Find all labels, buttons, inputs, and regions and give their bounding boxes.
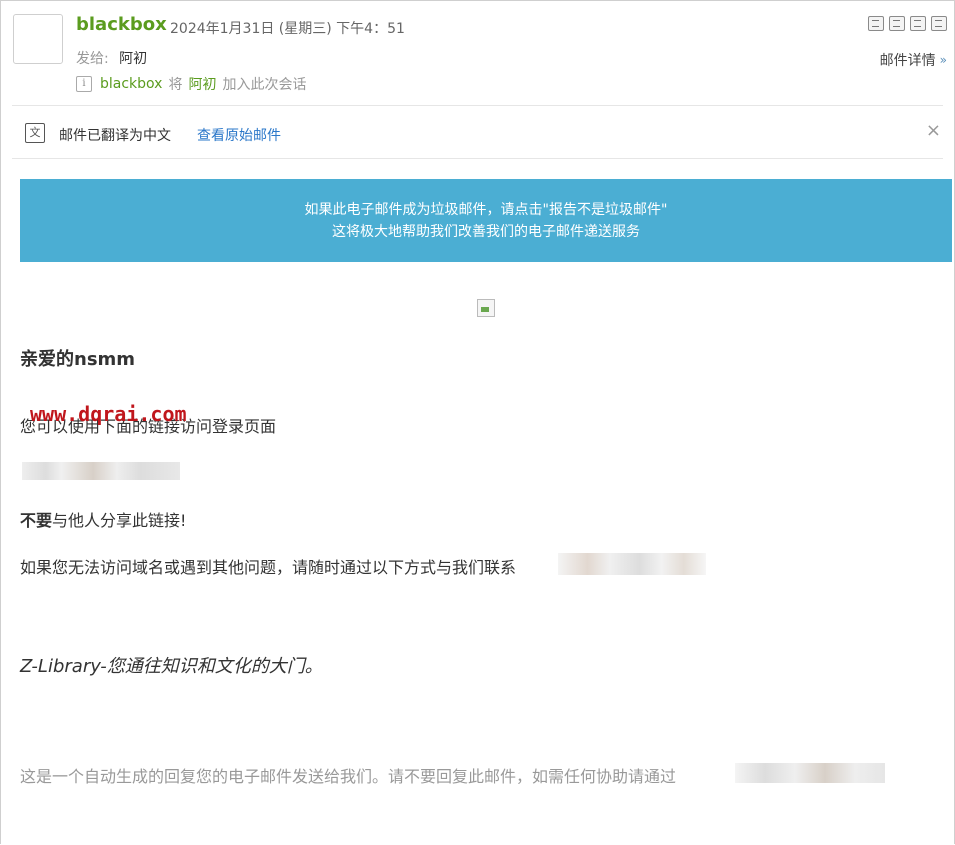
email-date: 2024年1月31日 (星期三) 下午4：51 bbox=[170, 21, 405, 37]
details-label: 邮件详情 bbox=[879, 53, 936, 69]
print-preview-icon[interactable] bbox=[889, 16, 905, 31]
watermark: www.dqrai.com bbox=[30, 402, 187, 426]
download-icon[interactable] bbox=[910, 16, 926, 31]
email-toolbar bbox=[868, 16, 947, 31]
popout-icon[interactable] bbox=[868, 16, 884, 31]
conversation-action: 加入此次会话 bbox=[222, 77, 307, 93]
sender-name[interactable]: blackbox bbox=[76, 14, 167, 35]
broken-image-icon bbox=[477, 299, 495, 317]
conversation-who[interactable]: 阿初 bbox=[188, 74, 216, 94]
to-label: 发给: bbox=[76, 51, 109, 67]
email-details-toggle[interactable]: 邮件详情 » bbox=[880, 50, 947, 70]
translate-icon: 文 bbox=[25, 123, 45, 143]
recipient-line: 发给: 阿初 bbox=[76, 48, 147, 68]
warning-emphasis: 不要 bbox=[20, 511, 53, 530]
greeting: 亲爱的nsmm bbox=[20, 349, 136, 370]
view-original-link[interactable]: 查看原始邮件 bbox=[197, 125, 281, 145]
chevron-down-icon: » bbox=[939, 53, 947, 67]
translation-status: 邮件已翻译为中文 bbox=[59, 128, 171, 144]
spam-notice-banner: 如果此电子邮件成为垃圾邮件，请点击"报告不是垃圾邮件" 这将极大地帮助我们改善我… bbox=[20, 179, 952, 262]
redacted-footer-contact bbox=[735, 763, 885, 783]
banner-line-1: 如果此电子邮件成为垃圾邮件，请点击"报告不是垃圾邮件" bbox=[304, 202, 668, 218]
footer-notice: 这是一个自动生成的回复您的电子邮件发送给我们。请不要回复此邮件，如需任何协助请通… bbox=[20, 767, 677, 786]
conversation-notice: i blackbox 将 阿初 加入此次会话 bbox=[76, 74, 312, 94]
banner-line-2: 这将极大地帮助我们改善我们的电子邮件递送服务 bbox=[332, 224, 640, 240]
body-paragraph-contact: 如果您无法访问域名或遇到其他问题，请随时通过以下方式与我们联系 bbox=[20, 558, 517, 577]
translation-bar: 文 邮件已翻译为中文 查看原始邮件 × bbox=[12, 106, 943, 158]
tagline: Z-Library-您通往知识和文化的大门。 bbox=[20, 656, 323, 677]
redacted-contact bbox=[558, 553, 706, 575]
close-icon[interactable]: × bbox=[926, 120, 941, 141]
recipient-name[interactable]: 阿初 bbox=[119, 51, 147, 67]
redacted-link[interactable] bbox=[22, 462, 180, 480]
conversation-verb: 将 bbox=[168, 77, 183, 93]
body-paragraph-warning: 不要与他人分享此链接! bbox=[20, 507, 186, 531]
info-icon: i bbox=[76, 76, 92, 92]
avatar[interactable] bbox=[13, 14, 63, 64]
print-icon[interactable] bbox=[931, 16, 947, 31]
warning-text: 与他人分享此链接! bbox=[52, 511, 187, 530]
divider bbox=[12, 158, 943, 159]
conversation-from[interactable]: blackbox bbox=[100, 76, 162, 92]
